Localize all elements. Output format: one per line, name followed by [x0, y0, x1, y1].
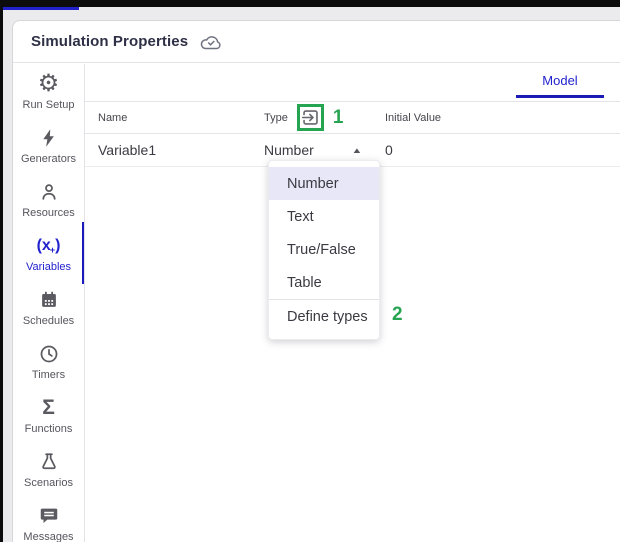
sidebar-item-scenarios[interactable]: Scenarios	[13, 442, 84, 496]
enter-type-icon[interactable]	[301, 108, 320, 127]
flask-icon	[38, 449, 60, 475]
sidebar-item-schedules[interactable]: Schedules	[13, 280, 84, 334]
dropdown-option-define-types[interactable]: Define types	[269, 300, 379, 333]
clock-icon	[38, 341, 60, 367]
person-icon	[38, 179, 60, 205]
variable-name-cell[interactable]: Variable1	[98, 134, 156, 166]
panel-title: Simulation Properties	[31, 33, 188, 50]
dropdown-option-number[interactable]: Number	[269, 167, 379, 200]
top-accent-line	[3, 7, 79, 10]
sidebar-item-timers[interactable]: Timers	[13, 334, 84, 388]
annotation-step-1: 1	[333, 107, 344, 129]
sidebar-item-generators[interactable]: Generators	[13, 118, 84, 172]
variable-initial-value-cell[interactable]: 0	[385, 134, 393, 166]
type-dropdown-menu: Number Text True/False Table Define type…	[268, 160, 380, 340]
calendar-icon	[38, 287, 60, 313]
column-header-type: Type 1	[264, 102, 343, 133]
lightning-icon	[38, 125, 60, 151]
sidebar-item-messages[interactable]: Messages	[13, 496, 84, 542]
define-types-annotation-box	[297, 104, 324, 131]
sigma-icon: Σ	[42, 395, 55, 421]
chevron-up-icon: ▲	[351, 146, 362, 155]
tab-model-underline	[516, 95, 604, 98]
sidebar: ⚙ Run Setup Generators Resources	[13, 64, 85, 542]
column-header-name: Name	[98, 102, 127, 133]
window-left-edge	[0, 0, 3, 542]
gear-icon: ⚙	[38, 71, 60, 97]
annotation-step-2: 2	[392, 304, 403, 326]
column-header-initial-value: Initial Value	[385, 102, 441, 133]
table-header-row: Name Type 1 Initial Value	[85, 101, 620, 134]
cloud-check-icon	[199, 33, 223, 52]
sidebar-item-run-setup[interactable]: ⚙ Run Setup	[13, 64, 84, 118]
dropdown-option-true-false[interactable]: True/False	[269, 233, 379, 266]
dropdown-option-text[interactable]: Text	[269, 200, 379, 233]
message-icon	[38, 503, 60, 529]
dropdown-option-table[interactable]: Table	[269, 266, 379, 299]
sidebar-item-functions[interactable]: Σ Functions	[13, 388, 84, 442]
sidebar-item-resources[interactable]: Resources	[13, 172, 84, 226]
variables-icon: (x+)	[37, 233, 61, 259]
variable-type-value: Number	[264, 142, 314, 158]
panel-header: Simulation Properties	[13, 21, 620, 63]
sidebar-item-variables[interactable]: (x+) Variables	[13, 226, 84, 280]
tab-model[interactable]: Model	[516, 73, 604, 88]
window-top-bar	[0, 0, 620, 7]
tab-bar: Model	[85, 64, 620, 101]
